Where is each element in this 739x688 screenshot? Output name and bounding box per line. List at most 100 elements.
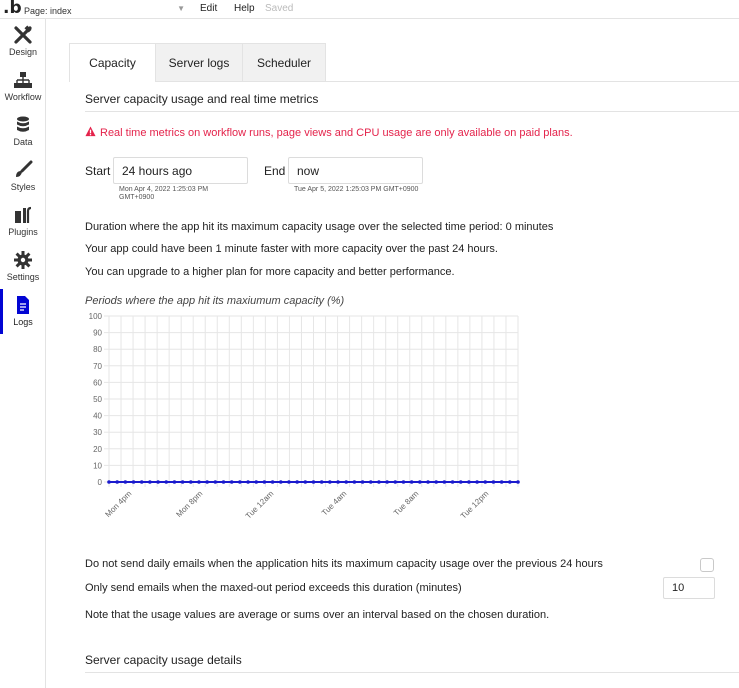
design-tools-icon xyxy=(14,25,32,44)
data-point xyxy=(213,480,218,484)
data-point xyxy=(418,480,422,484)
menu-edit[interactable]: Edit xyxy=(200,3,217,14)
y-tick-label: 80 xyxy=(93,345,102,354)
data-point xyxy=(148,480,152,484)
tab-scheduler[interactable]: Scheduler xyxy=(242,43,326,82)
data-point xyxy=(336,480,340,484)
data-point xyxy=(238,480,242,484)
page-selector-label: Page: index xyxy=(24,6,72,16)
sidebar-item-plugins[interactable]: Plugins xyxy=(0,199,46,244)
app-logo: .b xyxy=(3,0,22,18)
data-point xyxy=(401,480,406,484)
sidebar: Design Workflow Data Styles Plugins Sett… xyxy=(0,19,46,688)
email-threshold-label: Only send emails when the maxed-out peri… xyxy=(85,582,462,594)
sidebar-item-label: Styles xyxy=(10,182,36,192)
data-point xyxy=(311,480,316,484)
plan-warning: Real time metrics on workflow runs, page… xyxy=(85,126,573,139)
data-point xyxy=(246,480,250,484)
sidebar-item-workflow[interactable]: Workflow xyxy=(0,64,46,109)
database-icon xyxy=(17,116,29,132)
data-point xyxy=(442,480,447,484)
tab-server-logs[interactable]: Server logs xyxy=(155,43,243,82)
data-point xyxy=(156,480,160,484)
brush-icon xyxy=(16,160,33,177)
data-point xyxy=(319,480,324,484)
y-tick-label: 70 xyxy=(93,362,102,371)
section-title: Server capacity usage and real time metr… xyxy=(85,92,319,106)
email-opt-out-checkbox[interactable] xyxy=(700,558,714,572)
data-point xyxy=(475,480,479,484)
data-point xyxy=(328,480,332,484)
save-status: Saved xyxy=(265,3,294,14)
data-point xyxy=(368,480,373,484)
page-selector[interactable]: Page: index ▼ xyxy=(24,3,188,17)
data-point xyxy=(197,480,201,484)
tab-divider xyxy=(156,81,739,82)
data-point xyxy=(352,480,357,484)
data-point xyxy=(180,480,185,484)
chevron-down-icon: ▼ xyxy=(177,4,185,13)
duration-info: Duration where the app hit its maximum c… xyxy=(85,221,554,233)
workflow-icon xyxy=(14,72,32,88)
data-point xyxy=(385,480,389,484)
details-section-title: Server capacity usage details xyxy=(85,653,242,667)
data-point xyxy=(516,480,520,484)
sidebar-item-logs[interactable]: Logs xyxy=(0,289,46,334)
y-tick-label: 40 xyxy=(93,412,102,421)
sidebar-item-label: Plugins xyxy=(8,227,38,237)
sidebar-item-label: Settings xyxy=(6,272,40,282)
sidebar-item-label: Design xyxy=(8,47,37,57)
data-point xyxy=(393,480,398,484)
data-point xyxy=(450,480,455,484)
data-point xyxy=(278,480,283,484)
data-point xyxy=(295,480,299,484)
faster-info: Your app could have been 1 minute faster… xyxy=(85,243,498,255)
end-date-detail: Tue Apr 5, 2022 1:25:03 PM GMT+0900 xyxy=(294,186,419,193)
email-threshold-input[interactable] xyxy=(663,577,715,599)
data-point xyxy=(360,480,365,484)
data-point xyxy=(189,480,193,484)
data-point xyxy=(483,480,488,484)
data-point xyxy=(491,480,496,484)
y-tick-label: 90 xyxy=(93,329,102,338)
y-tick-label: 10 xyxy=(93,461,102,470)
menu-help[interactable]: Help xyxy=(234,3,255,14)
start-date-detail: Mon Apr 4, 2022 1:25:03 PM GMT+0900 xyxy=(119,186,209,201)
capacity-panel: Capacity Server logs Scheduler Server ca… xyxy=(69,43,739,673)
data-point xyxy=(254,480,259,484)
sidebar-item-design[interactable]: Design xyxy=(0,19,46,64)
data-point xyxy=(377,480,381,484)
email-opt-out-label: Do not send daily emails when the applic… xyxy=(85,558,603,570)
end-date-input[interactable] xyxy=(288,157,423,184)
y-tick-label: 50 xyxy=(93,395,102,404)
data-point xyxy=(434,480,439,484)
sidebar-item-settings[interactable]: Settings xyxy=(0,244,46,289)
start-label: Start xyxy=(85,164,111,178)
tab-capacity[interactable]: Capacity xyxy=(69,43,156,82)
sidebar-item-label: Workflow xyxy=(4,92,42,102)
sidebar-item-data[interactable]: Data xyxy=(0,109,46,154)
gear-icon xyxy=(14,251,32,269)
data-point xyxy=(409,480,414,484)
divider xyxy=(85,672,739,673)
x-tick-label: Tue 12pm xyxy=(459,489,491,521)
y-tick-label: 60 xyxy=(93,378,102,387)
data-point xyxy=(458,480,463,484)
start-date-input[interactable] xyxy=(113,157,248,184)
data-point xyxy=(287,480,291,484)
upgrade-info: You can upgrade to a higher plan for mor… xyxy=(85,266,455,278)
y-tick-label: 0 xyxy=(98,478,103,487)
data-point xyxy=(508,480,512,484)
warning-text: Real time metrics on workflow runs, page… xyxy=(100,127,573,139)
sidebar-item-label: Logs xyxy=(13,317,33,327)
data-point xyxy=(229,480,234,484)
top-bar: .b Page: index ▼ Edit Help Saved xyxy=(0,0,739,19)
document-icon xyxy=(17,296,29,314)
warning-icon xyxy=(85,126,96,137)
data-point xyxy=(205,480,209,484)
x-tick-label: Tue 4am xyxy=(320,489,349,518)
sidebar-item-styles[interactable]: Styles xyxy=(0,154,46,199)
data-point xyxy=(131,480,136,484)
data-point xyxy=(172,480,177,484)
divider xyxy=(85,111,739,112)
